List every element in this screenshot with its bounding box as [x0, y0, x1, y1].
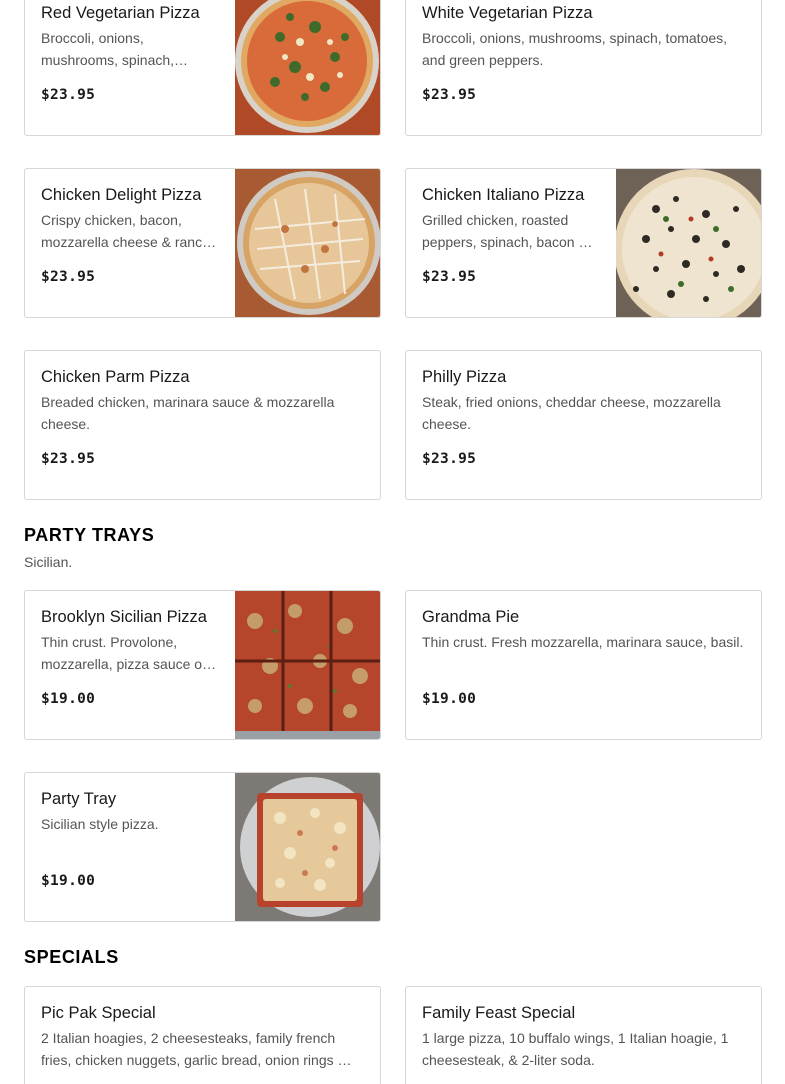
item-photo — [235, 169, 380, 317]
item-description: Steak, fried onions, cheddar cheese, moz… — [422, 394, 721, 432]
item-name: Brooklyn Sicilian Pizza — [41, 608, 207, 626]
item-name: Chicken Delight Pizza — [41, 186, 202, 204]
item-price: $19.00 — [41, 873, 96, 889]
menu-item-card[interactable]: Brooklyn Sicilian Pizza Thin crust. Prov… — [24, 590, 381, 740]
item-name: Red Vegetarian Pizza — [41, 4, 200, 22]
item-name: Family Feast Special — [422, 1004, 576, 1022]
item-price: $23.95 — [41, 87, 96, 103]
item-price: $19.00 — [41, 691, 96, 707]
item-description: Broccoli, onions, mushrooms, spinach,… — [41, 30, 189, 68]
menu-item-card[interactable]: Chicken Delight Pizza Crispy chicken, ba… — [24, 168, 381, 318]
menu-item-card[interactable]: Pic Pak Special 2 Italian hoagies, 2 che… — [24, 986, 381, 1084]
item-name: Chicken Parm Pizza — [41, 368, 190, 386]
item-price: $23.95 — [422, 87, 477, 103]
item-price: $23.95 — [41, 451, 96, 467]
item-description: 2 Italian hoagies, 2 cheesesteaks, famil… — [41, 1030, 352, 1068]
item-photo — [235, 0, 380, 135]
menu-item-card[interactable]: Family Feast Special 1 large pizza, 10 b… — [405, 986, 762, 1084]
section-title-party-trays: PARTY TRAYS — [24, 525, 155, 545]
item-description: Thin crust. Provolone, mozzarella, pizza… — [41, 634, 217, 672]
item-price: $23.95 — [41, 269, 96, 285]
item-description: Sicilian style pizza. — [41, 816, 159, 832]
item-name: White Vegetarian Pizza — [422, 4, 593, 22]
section-subtitle: Sicilian. — [24, 554, 73, 570]
menu-item-card[interactable]: Philly Pizza Steak, fried onions, chedda… — [405, 350, 762, 500]
section-title-specials: SPECIALS — [24, 947, 119, 967]
item-photo — [235, 591, 380, 739]
item-photo — [616, 169, 761, 317]
item-description: Breaded chicken, marinara sauce & mozzar… — [41, 394, 335, 432]
item-name: Grandma Pie — [422, 608, 520, 626]
item-description: Grilled chicken, roasted peppers, spinac… — [422, 212, 593, 250]
item-description: 1 large pizza, 10 buffalo wings, 1 Itali… — [422, 1030, 729, 1068]
item-price: $23.95 — [422, 451, 477, 467]
menu-item-card[interactable]: Red Vegetarian Pizza Broccoli, onions, m… — [24, 0, 381, 136]
item-name: Philly Pizza — [422, 368, 507, 386]
menu-item-card[interactable]: White Vegetarian Pizza Broccoli, onions,… — [405, 0, 762, 136]
item-price: $23.95 — [422, 269, 477, 285]
item-name: Chicken Italiano Pizza — [422, 186, 585, 204]
menu-item-card[interactable]: Chicken Italiano Pizza Grilled chicken, … — [405, 168, 762, 318]
item-name: Pic Pak Special — [41, 1004, 156, 1022]
item-description: Thin crust. Fresh mozzarella, marinara s… — [422, 634, 744, 650]
menu-item-card[interactable]: Party Tray Sicilian style pizza. $19.00 — [24, 772, 381, 922]
menu-item-card[interactable]: Grandma Pie Thin crust. Fresh mozzarella… — [405, 590, 762, 740]
item-description: Crispy chicken, bacon, mozzarella cheese… — [41, 212, 217, 250]
item-name: Party Tray — [41, 790, 117, 808]
item-price: $19.00 — [422, 691, 477, 707]
item-photo — [235, 773, 380, 921]
menu-item-card[interactable]: Chicken Parm Pizza Breaded chicken, mari… — [24, 350, 381, 500]
item-description: Broccoli, onions, mushrooms, spinach, to… — [422, 30, 728, 68]
